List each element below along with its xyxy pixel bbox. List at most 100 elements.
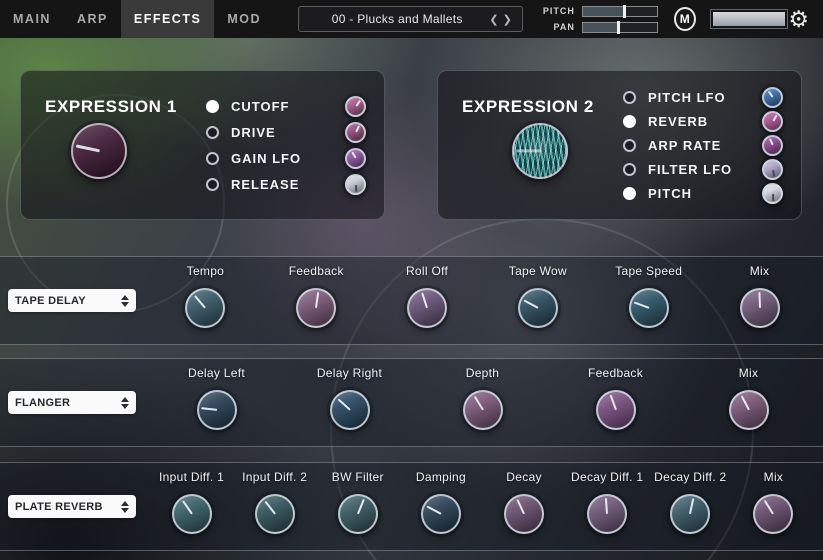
target-label: PITCH (648, 186, 762, 201)
knob-unit: Damping (399, 463, 482, 550)
knob-unit: Decay Diff. 1 (566, 463, 649, 550)
mono-button[interactable]: M (674, 7, 696, 31)
pitch-slider-fill (583, 7, 624, 16)
output-meter[interactable] (710, 9, 789, 29)
pitch-label: PITCH (543, 6, 575, 16)
knob-pointer (609, 395, 616, 411)
knob-label: Decay (506, 470, 542, 484)
knob-pointer (768, 138, 773, 146)
radio-dot[interactable] (623, 163, 636, 176)
knob-tempo[interactable] (185, 288, 225, 328)
knob-mix[interactable] (740, 288, 780, 328)
knob-feedback[interactable] (596, 390, 636, 430)
target-row-pitch: PITCH (623, 181, 783, 205)
pan-slider-fill (583, 23, 619, 32)
expression-1-knob[interactable] (71, 123, 127, 179)
knob-unit: Input Diff. 2 (233, 463, 316, 550)
target-label: CUTOFF (231, 99, 345, 114)
knob-input-diff-1[interactable] (172, 494, 212, 534)
knob-pointer (764, 500, 774, 514)
effect-slot-3-label: PLATE REVERB (15, 501, 103, 513)
knob-pointer (689, 498, 694, 514)
radio-dot[interactable] (206, 152, 219, 165)
knob-strip: Input Diff. 1 Input Diff. 2 BW Filter Da… (150, 463, 815, 550)
knob-unit: Feedback (261, 257, 372, 344)
knob-roll-off[interactable] (407, 288, 447, 328)
knob-unit: Delay Left (150, 359, 283, 446)
knob-tape-speed[interactable] (629, 288, 669, 328)
effect-row-2: FLANGER Delay Left Delay Right Depth Fee… (0, 358, 823, 447)
settings-gear-icon[interactable]: ⚙ (788, 8, 809, 31)
tab-mod[interactable]: MOD (214, 0, 274, 38)
knob-damping[interactable] (421, 494, 461, 534)
effect-slot-3-select[interactable]: PLATE REVERB (8, 495, 136, 518)
radio-dot[interactable] (623, 115, 636, 128)
knob-pointer (351, 151, 356, 158)
preset-prev-icon[interactable]: ❮ (487, 13, 500, 26)
expression-2-knob[interactable] (512, 123, 568, 179)
knob-mix[interactable] (753, 494, 793, 534)
knob-pointer (767, 90, 773, 97)
preset-selector[interactable]: 00 - Plucks and Mallets ❮ ❯ (298, 6, 523, 32)
preset-name: 00 - Plucks and Mallets (307, 12, 487, 26)
knob-mix[interactable] (729, 390, 769, 430)
knob-pointer (740, 396, 749, 411)
knob-pointer (605, 498, 608, 514)
pitch-slider[interactable] (582, 6, 658, 17)
target-knob-reverb[interactable] (762, 111, 783, 132)
target-row-release: RELEASE (206, 171, 366, 197)
target-knob-drive[interactable] (345, 122, 366, 143)
target-label: RELEASE (231, 177, 345, 192)
knob-label: Tape Wow (509, 264, 567, 278)
updown-icon (121, 295, 129, 307)
expression-2-targets: PITCH LFO REVERB ARP RATE FILTER LFO (623, 71, 783, 219)
knob-label: Decay Diff. 2 (654, 470, 726, 484)
knob-bw-filter[interactable] (338, 494, 378, 534)
preset-next-icon[interactable]: ❯ (501, 13, 514, 26)
target-knob-filter-lfo[interactable] (762, 159, 783, 180)
pan-slider[interactable] (582, 22, 658, 33)
knob-decay-diff-2[interactable] (670, 494, 710, 534)
radio-dot[interactable] (206, 100, 219, 113)
target-knob-pitch[interactable] (762, 183, 783, 204)
radio-dot[interactable] (206, 126, 219, 139)
effect-slot-1-select[interactable]: TAPE DELAY (8, 289, 136, 312)
knob-label: Tape Speed (615, 264, 682, 278)
knob-depth[interactable] (463, 390, 503, 430)
radio-dot[interactable] (623, 91, 636, 104)
knob-decay[interactable] (504, 494, 544, 534)
knob-unit: Tape Wow (482, 257, 593, 344)
pitch-pan-group: PITCH PAN (543, 5, 658, 33)
expression-2-title: EXPRESSION 2 (462, 97, 594, 117)
radio-dot[interactable] (623, 139, 636, 152)
radio-dot[interactable] (623, 187, 636, 200)
tab-effects[interactable]: EFFECTS (121, 0, 214, 38)
background: EXPRESSION 1 CUTOFF DRIVE GAIN LFO (0, 38, 823, 560)
target-knob-arp-rate[interactable] (762, 135, 783, 156)
target-row-reverb: REVERB (623, 109, 783, 133)
knob-input-diff-2[interactable] (255, 494, 295, 534)
knob-label: Feedback (289, 264, 344, 278)
target-label: REVERB (648, 114, 762, 129)
expression-1-title: EXPRESSION 1 (45, 97, 177, 117)
knob-delay-right[interactable] (330, 390, 370, 430)
knob-tape-wow[interactable] (518, 288, 558, 328)
tab-arp[interactable]: ARP (64, 0, 121, 38)
pitch-slider-handle[interactable] (623, 5, 626, 18)
target-label: DRIVE (231, 125, 345, 140)
pan-slider-handle[interactable] (617, 21, 620, 34)
knob-label: Decay Diff. 1 (571, 470, 643, 484)
tab-main[interactable]: MAIN (0, 0, 64, 38)
knob-label: BW Filter (332, 470, 384, 484)
target-knob-release[interactable] (345, 174, 366, 195)
target-knob-gain-lfo[interactable] (345, 148, 366, 169)
knob-delay-left[interactable] (197, 390, 237, 430)
knob-decay-diff-1[interactable] (587, 494, 627, 534)
knob-pointer (182, 500, 193, 514)
radio-dot[interactable] (206, 178, 219, 191)
target-knob-cutoff[interactable] (345, 96, 366, 117)
effect-slot-2-select[interactable]: FLANGER (8, 391, 136, 414)
target-row-pitch-lfo: PITCH LFO (623, 85, 783, 109)
knob-feedback[interactable] (296, 288, 336, 328)
target-knob-pitch-lfo[interactable] (762, 87, 783, 108)
